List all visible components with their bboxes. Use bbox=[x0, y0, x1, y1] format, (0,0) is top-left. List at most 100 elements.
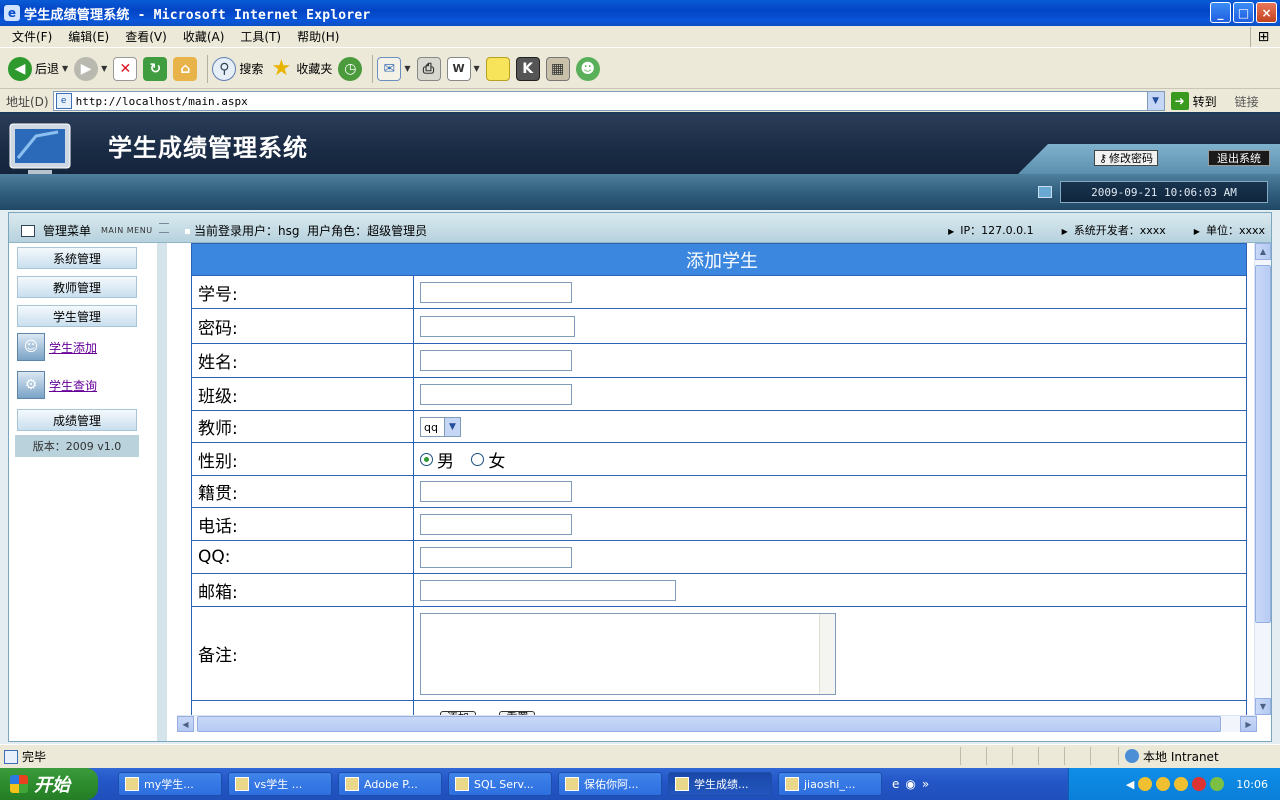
menu-file[interactable]: 文件(F) bbox=[4, 28, 60, 45]
menu-favorites[interactable]: 收藏(A) bbox=[175, 28, 233, 45]
toolbar-separator bbox=[372, 54, 374, 83]
query-student-link[interactable]: 学生查询 bbox=[49, 377, 97, 394]
task-list: my学生... vs学生 ... Adobe P... SQL Serv... … bbox=[118, 772, 888, 796]
horizontal-scrollbar[interactable]: ◀ ▶ bbox=[177, 715, 1257, 732]
research-button[interactable]: ▦ bbox=[545, 53, 570, 85]
tray-k-icon[interactable] bbox=[1192, 777, 1207, 791]
address-url[interactable]: http://localhost/main.aspx bbox=[76, 95, 248, 108]
menu-grade-management[interactable]: 成绩管理 bbox=[17, 409, 137, 431]
menu-system-management[interactable]: 系统管理 bbox=[17, 247, 137, 269]
quick-ie-icon[interactable]: e bbox=[892, 777, 899, 791]
address-input[interactable]: e http://localhost/main.aspx ▼ bbox=[52, 91, 1165, 111]
qq-input[interactable] bbox=[420, 546, 572, 568]
quick-more-icon[interactable]: » bbox=[922, 777, 929, 791]
quick-app-icon[interactable]: ◉ bbox=[905, 777, 915, 791]
email-input[interactable] bbox=[420, 579, 676, 601]
password-input[interactable] bbox=[420, 315, 575, 337]
phone-input[interactable] bbox=[420, 513, 572, 535]
close-button[interactable]: × bbox=[1256, 2, 1277, 23]
refresh-button[interactable]: ↻ bbox=[143, 53, 168, 85]
horizontal-scroll-thumb[interactable] bbox=[197, 716, 1221, 732]
menu-tools[interactable]: 工具(T) bbox=[232, 28, 289, 45]
go-button[interactable]: ➜ 转到 bbox=[1170, 92, 1217, 110]
tray-clock[interactable]: 10:06 bbox=[1236, 778, 1268, 791]
search-button[interactable]: ⚲ 搜索 bbox=[212, 53, 263, 85]
back-button[interactable]: ◀ 后退 ▼ bbox=[8, 53, 68, 85]
student-id-input[interactable] bbox=[420, 281, 572, 303]
menu-view[interactable]: 查看(V) bbox=[117, 28, 175, 45]
status-cells bbox=[960, 747, 1116, 765]
cell-qq bbox=[413, 540, 1247, 574]
menu-toggle-icon[interactable] bbox=[159, 223, 169, 233]
change-password-button[interactable]: ⚷ 修改密码 bbox=[1093, 150, 1158, 166]
tray-qq-icon[interactable] bbox=[1138, 777, 1153, 791]
gender-male-radio[interactable]: 男 bbox=[420, 447, 454, 472]
vertical-scrollbar[interactable]: ▲ ▼ bbox=[1254, 243, 1271, 715]
task-folder[interactable]: my学生... bbox=[118, 772, 222, 796]
notes-button[interactable] bbox=[485, 53, 510, 85]
class-input[interactable] bbox=[420, 383, 572, 405]
address-dropdown-icon[interactable]: ▼ bbox=[1146, 92, 1164, 110]
menu-teacher-management[interactable]: 教师管理 bbox=[17, 276, 137, 298]
edit-dropdown-icon[interactable]: ▼ bbox=[474, 64, 480, 73]
messenger-button[interactable]: ☻ bbox=[575, 53, 600, 85]
task-label: 保佑你阿... bbox=[584, 778, 639, 791]
link-add-student[interactable]: ☺ 学生添加 bbox=[17, 333, 97, 361]
task-label: my学生... bbox=[144, 778, 194, 791]
menu-edit[interactable]: 编辑(E) bbox=[60, 28, 117, 45]
task-chat[interactable]: 保佑你阿... bbox=[558, 772, 662, 796]
edit-button[interactable]: W ▼ bbox=[446, 53, 480, 85]
back-dropdown-icon[interactable]: ▼ bbox=[62, 64, 68, 73]
actions-label-cell bbox=[191, 700, 414, 715]
task-label: SQL Serv... bbox=[474, 777, 534, 791]
scroll-right-icon[interactable]: ▶ bbox=[1240, 716, 1257, 732]
windows-logo-icon: ⊞ bbox=[1250, 27, 1276, 47]
tray-qq-icon[interactable] bbox=[1156, 777, 1171, 791]
forward-dropdown-icon[interactable]: ▼ bbox=[101, 64, 107, 73]
task-sql[interactable]: SQL Serv... bbox=[448, 772, 552, 796]
toolbar-separator bbox=[207, 54, 209, 83]
mail-button[interactable]: ✉ ▼ bbox=[377, 53, 411, 85]
scroll-left-icon[interactable]: ◀ bbox=[177, 716, 194, 732]
vertical-scroll-thumb[interactable] bbox=[1255, 265, 1271, 623]
task-adobe[interactable]: Adobe P... bbox=[338, 772, 442, 796]
triangle-icon: ▶ bbox=[1193, 227, 1200, 236]
messenger-icon: ☻ bbox=[575, 56, 600, 81]
security-zone: 本地 Intranet bbox=[1118, 747, 1219, 765]
remark-textarea[interactable] bbox=[420, 612, 836, 695]
name-input[interactable] bbox=[420, 350, 572, 372]
home-button[interactable]: ⌂ bbox=[173, 53, 198, 85]
task-vs[interactable]: vs学生 ... bbox=[228, 772, 332, 796]
mail-dropdown-icon[interactable]: ▼ bbox=[404, 64, 410, 73]
tray-signal-icon[interactable] bbox=[1210, 777, 1225, 791]
cell-teacher: qq ▼ bbox=[413, 410, 1247, 443]
favorites-button[interactable]: ★ 收藏夹 bbox=[269, 53, 332, 85]
maximize-button[interactable]: □ bbox=[1233, 2, 1254, 23]
history-button[interactable]: ◷ bbox=[338, 53, 363, 85]
hometown-input[interactable] bbox=[420, 481, 572, 503]
menu-help[interactable]: 帮助(H) bbox=[289, 28, 347, 45]
teacher-select[interactable]: qq ▼ bbox=[420, 417, 461, 438]
add-student-link[interactable]: 学生添加 bbox=[49, 339, 97, 356]
forward-button[interactable]: ▶ ▼ bbox=[74, 53, 107, 85]
task-document[interactable]: jiaoshi_... bbox=[778, 772, 882, 796]
links-button[interactable]: 链接 bbox=[1235, 93, 1259, 110]
k-button[interactable]: K bbox=[515, 53, 540, 85]
scroll-up-icon[interactable]: ▲ bbox=[1255, 243, 1271, 260]
start-button[interactable]: 开始 bbox=[0, 768, 98, 800]
minimize-button[interactable]: _ bbox=[1210, 2, 1231, 23]
chat-icon bbox=[565, 777, 579, 791]
app-title: 学生成绩管理系统 bbox=[108, 134, 308, 162]
task-browser[interactable]: 学生成绩... bbox=[668, 772, 772, 796]
menu-student-management[interactable]: 学生管理 bbox=[17, 305, 137, 327]
link-query-student[interactable]: ⚙ 学生查询 bbox=[17, 371, 97, 399]
tray-expand-icon[interactable]: ◀ bbox=[1126, 778, 1134, 791]
logout-button[interactable]: 退出系统 bbox=[1208, 150, 1270, 166]
tray-qq-icon[interactable] bbox=[1174, 777, 1189, 791]
cell-phone bbox=[413, 507, 1247, 541]
print-button[interactable]: ⎙ bbox=[416, 53, 441, 85]
scroll-down-icon[interactable]: ▼ bbox=[1255, 698, 1271, 715]
textarea-scrollbar[interactable] bbox=[819, 613, 835, 694]
gender-female-radio[interactable]: 女 bbox=[471, 447, 505, 472]
stop-button[interactable]: ✕ bbox=[113, 53, 138, 85]
